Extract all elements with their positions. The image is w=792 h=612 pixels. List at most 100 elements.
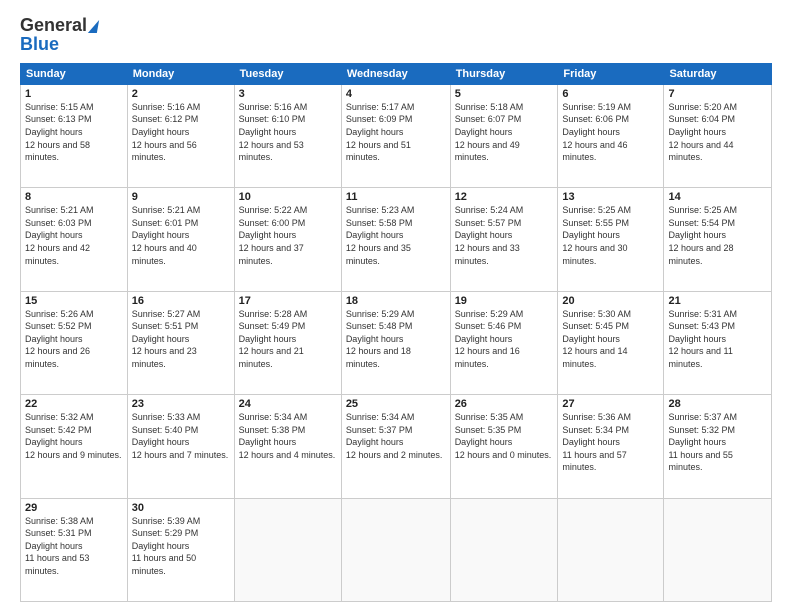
weekday-header-row: SundayMondayTuesdayWednesdayThursdayFrid… xyxy=(21,63,772,84)
day-number: 1 xyxy=(25,88,123,100)
day-number: 29 xyxy=(25,502,123,514)
day-number: 24 xyxy=(239,398,337,410)
day-cell: 25 Sunrise: 5:34 AMSunset: 5:37 PMDayligh… xyxy=(341,395,450,498)
day-number: 23 xyxy=(132,398,230,410)
day-number: 7 xyxy=(668,88,767,100)
day-detail: Sunrise: 5:25 AMSunset: 5:54 PMDaylight … xyxy=(668,205,737,265)
day-detail: Sunrise: 5:16 AMSunset: 6:10 PMDaylight … xyxy=(239,102,308,162)
week-row-2: 8Sunrise: 5:21 AMSunset: 6:03 PMDaylight… xyxy=(21,188,772,291)
week-row-4: 22 Sunrise: 5:32 AMSunset: 5:42 PMDayligh… xyxy=(21,395,772,498)
day-number: 2 xyxy=(132,88,230,100)
weekday-header-wednesday: Wednesday xyxy=(341,63,450,84)
day-number: 26 xyxy=(455,398,554,410)
day-number: 25 xyxy=(346,398,446,410)
day-cell: 8Sunrise: 5:21 AMSunset: 6:03 PMDaylight… xyxy=(21,188,128,291)
day-cell: 24 Sunrise: 5:34 AMSunset: 5:38 PMDayligh… xyxy=(234,395,341,498)
day-detail: Sunrise: 5:22 AMSunset: 6:00 PMDaylight … xyxy=(239,205,308,265)
day-detail: Sunrise: 5:31 AMSunset: 5:43 PMDaylight … xyxy=(668,309,737,369)
day-cell: 16 Sunrise: 5:27 AMSunset: 5:51 PMDayligh… xyxy=(127,291,234,394)
day-cell: 23 Sunrise: 5:33 AMSunset: 5:40 PMDayligh… xyxy=(127,395,234,498)
day-detail: Sunrise: 5:26 AMSunset: 5:52 PMDaylight … xyxy=(25,309,94,369)
day-number: 3 xyxy=(239,88,337,100)
day-cell: 15 Sunrise: 5:26 AMSunset: 5:52 PMDayligh… xyxy=(21,291,128,394)
day-cell: 27Sunrise: 5:36 AMSunset: 5:34 PMDayligh… xyxy=(558,395,664,498)
day-cell: 17Sunrise: 5:28 AMSunset: 5:49 PMDayligh… xyxy=(234,291,341,394)
day-cell: 28 Sunrise: 5:37 AMSunset: 5:32 PMDayligh… xyxy=(664,395,772,498)
logo-blue: Blue xyxy=(20,34,59,55)
weekday-header-sunday: Sunday xyxy=(21,63,128,84)
day-detail: Sunrise: 5:24 AMSunset: 5:57 PMDaylight … xyxy=(455,205,524,265)
day-detail: Sunrise: 5:32 AMSunset: 5:42 PMDaylight … xyxy=(25,412,122,460)
logo: General Blue xyxy=(20,16,98,55)
day-cell: 3 Sunrise: 5:16 AMSunset: 6:10 PMDaylight… xyxy=(234,84,341,187)
day-cell xyxy=(450,498,558,601)
day-detail: Sunrise: 5:27 AMSunset: 5:51 PMDaylight … xyxy=(132,309,201,369)
week-row-1: 1 Sunrise: 5:15 AMSunset: 6:13 PMDaylight… xyxy=(21,84,772,187)
week-row-3: 15 Sunrise: 5:26 AMSunset: 5:52 PMDayligh… xyxy=(21,291,772,394)
day-detail: Sunrise: 5:39 AMSunset: 5:29 PMDaylight … xyxy=(132,516,201,576)
day-detail: Sunrise: 5:33 AMSunset: 5:40 PMDaylight … xyxy=(132,412,229,460)
day-number: 19 xyxy=(455,295,554,307)
day-cell: 20 Sunrise: 5:30 AMSunset: 5:45 PMDayligh… xyxy=(558,291,664,394)
day-cell: 1 Sunrise: 5:15 AMSunset: 6:13 PMDaylight… xyxy=(21,84,128,187)
day-detail: Sunrise: 5:29 AMSunset: 5:48 PMDaylight … xyxy=(346,309,415,369)
day-detail: Sunrise: 5:34 AMSunset: 5:38 PMDaylight … xyxy=(239,412,336,460)
day-number: 22 xyxy=(25,398,123,410)
day-cell: 10 Sunrise: 5:22 AMSunset: 6:00 PMDayligh… xyxy=(234,188,341,291)
day-cell xyxy=(234,498,341,601)
day-detail: Sunrise: 5:29 AMSunset: 5:46 PMDaylight … xyxy=(455,309,524,369)
day-detail: Sunrise: 5:23 AMSunset: 5:58 PMDaylight … xyxy=(346,205,415,265)
day-number: 9 xyxy=(132,191,230,203)
day-cell: 19 Sunrise: 5:29 AMSunset: 5:46 PMDayligh… xyxy=(450,291,558,394)
day-detail: Sunrise: 5:19 AMSunset: 6:06 PMDaylight … xyxy=(562,102,631,162)
weekday-header-thursday: Thursday xyxy=(450,63,558,84)
day-cell: 5Sunrise: 5:18 AMSunset: 6:07 PMDaylight… xyxy=(450,84,558,187)
day-number: 4 xyxy=(346,88,446,100)
day-detail: Sunrise: 5:36 AMSunset: 5:34 PMDaylight … xyxy=(562,412,631,472)
day-detail: Sunrise: 5:20 AMSunset: 6:04 PMDaylight … xyxy=(668,102,737,162)
day-cell: 26 Sunrise: 5:35 AMSunset: 5:35 PMDayligh… xyxy=(450,395,558,498)
day-detail: Sunrise: 5:17 AMSunset: 6:09 PMDaylight … xyxy=(346,102,415,162)
day-detail: Sunrise: 5:16 AMSunset: 6:12 PMDaylight … xyxy=(132,102,201,162)
day-detail: Sunrise: 5:21 AMSunset: 6:03 PMDaylight … xyxy=(25,205,94,265)
day-cell: 13 Sunrise: 5:25 AMSunset: 5:55 PMDayligh… xyxy=(558,188,664,291)
day-cell: 11Sunrise: 5:23 AMSunset: 5:58 PMDayligh… xyxy=(341,188,450,291)
day-cell: 12Sunrise: 5:24 AMSunset: 5:57 PMDayligh… xyxy=(450,188,558,291)
header: General Blue xyxy=(20,16,772,55)
day-detail: Sunrise: 5:35 AMSunset: 5:35 PMDaylight … xyxy=(455,412,552,460)
week-row-5: 29 Sunrise: 5:38 AMSunset: 5:31 PMDayligh… xyxy=(21,498,772,601)
weekday-header-tuesday: Tuesday xyxy=(234,63,341,84)
day-cell: 30 Sunrise: 5:39 AMSunset: 5:29 PMDayligh… xyxy=(127,498,234,601)
day-cell: 29 Sunrise: 5:38 AMSunset: 5:31 PMDayligh… xyxy=(21,498,128,601)
day-cell: 9Sunrise: 5:21 AMSunset: 6:01 PMDaylight… xyxy=(127,188,234,291)
day-detail: Sunrise: 5:37 AMSunset: 5:32 PMDaylight … xyxy=(668,412,737,472)
day-number: 30 xyxy=(132,502,230,514)
day-number: 14 xyxy=(668,191,767,203)
day-detail: Sunrise: 5:15 AMSunset: 6:13 PMDaylight … xyxy=(25,102,94,162)
day-number: 17 xyxy=(239,295,337,307)
day-number: 28 xyxy=(668,398,767,410)
day-number: 13 xyxy=(562,191,659,203)
day-cell: 14 Sunrise: 5:25 AMSunset: 5:54 PMDayligh… xyxy=(664,188,772,291)
weekday-header-monday: Monday xyxy=(127,63,234,84)
day-number: 15 xyxy=(25,295,123,307)
day-number: 6 xyxy=(562,88,659,100)
day-cell: 4 Sunrise: 5:17 AMSunset: 6:09 PMDaylight… xyxy=(341,84,450,187)
day-detail: Sunrise: 5:30 AMSunset: 5:45 PMDaylight … xyxy=(562,309,631,369)
day-number: 21 xyxy=(668,295,767,307)
day-cell: 18Sunrise: 5:29 AMSunset: 5:48 PMDayligh… xyxy=(341,291,450,394)
day-detail: Sunrise: 5:34 AMSunset: 5:37 PMDaylight … xyxy=(346,412,443,460)
day-number: 16 xyxy=(132,295,230,307)
day-cell: 2 Sunrise: 5:16 AMSunset: 6:12 PMDaylight… xyxy=(127,84,234,187)
day-number: 20 xyxy=(562,295,659,307)
weekday-header-saturday: Saturday xyxy=(664,63,772,84)
day-cell xyxy=(664,498,772,601)
day-cell: 21 Sunrise: 5:31 AMSunset: 5:43 PMDayligh… xyxy=(664,291,772,394)
day-number: 10 xyxy=(239,191,337,203)
day-number: 5 xyxy=(455,88,554,100)
day-cell xyxy=(341,498,450,601)
day-cell: 22 Sunrise: 5:32 AMSunset: 5:42 PMDayligh… xyxy=(21,395,128,498)
day-detail: Sunrise: 5:38 AMSunset: 5:31 PMDaylight … xyxy=(25,516,94,576)
day-cell: 7 Sunrise: 5:20 AMSunset: 6:04 PMDaylight… xyxy=(664,84,772,187)
day-detail: Sunrise: 5:25 AMSunset: 5:55 PMDaylight … xyxy=(562,205,631,265)
